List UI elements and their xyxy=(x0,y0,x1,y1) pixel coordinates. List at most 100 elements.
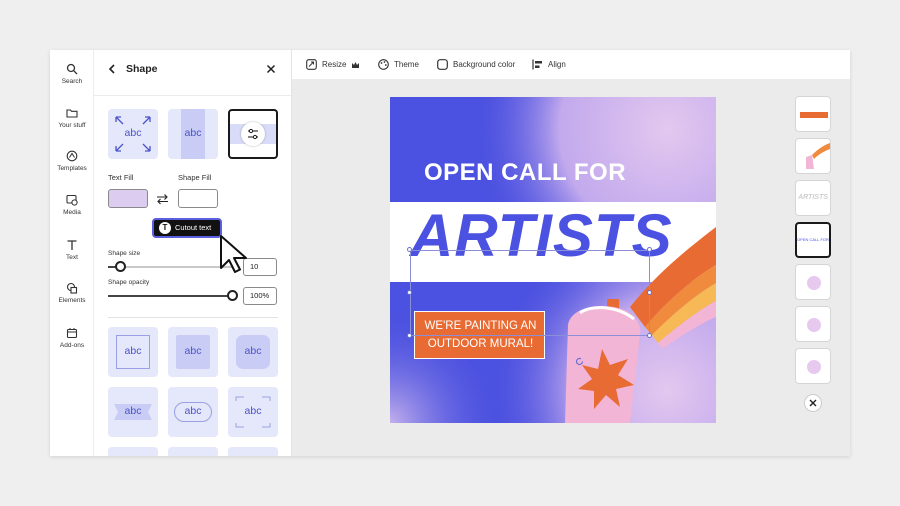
text-icon xyxy=(67,240,77,250)
page-thumbnail[interactable] xyxy=(795,348,831,384)
align-label: Align xyxy=(548,60,566,69)
selection-bounding-box[interactable] xyxy=(410,250,650,336)
shape-fill-label: Shape Fill xyxy=(178,173,212,182)
adjust-button[interactable] xyxy=(241,122,265,146)
shape-option-band[interactable]: abc xyxy=(168,109,218,159)
shape-opacity-value: 100% xyxy=(250,291,270,300)
shape-size-label: Shape size xyxy=(108,250,141,257)
elements-icon xyxy=(66,282,78,294)
resize-button[interactable]: Resize xyxy=(306,57,366,73)
shape-option-text: abc xyxy=(244,345,262,357)
shape-option-text: abc xyxy=(184,127,202,139)
align-icon xyxy=(532,59,542,70)
nav-search-label: Search xyxy=(61,78,83,85)
nav-elements[interactable]: Elements xyxy=(50,282,94,304)
shape-option-notched-square[interactable]: abc xyxy=(228,327,278,377)
media-icon xyxy=(66,194,78,206)
thumb-text: ARTISTS xyxy=(798,194,828,201)
resize-handle[interactable] xyxy=(647,247,652,252)
text-badge-icon: T xyxy=(159,222,171,234)
shape-opacity-label: Shape opacity xyxy=(108,279,150,286)
shape-opacity-fill xyxy=(108,295,232,297)
close-panel-button[interactable] xyxy=(266,62,276,77)
nav-elements-label: Elements xyxy=(58,297,86,304)
shape-option-text: abc xyxy=(184,405,202,417)
resize-handle[interactable] xyxy=(407,247,412,252)
shape-opacity-input[interactable]: 100% xyxy=(243,287,277,305)
page-thumbnail[interactable] xyxy=(795,138,831,174)
resize-handle[interactable] xyxy=(407,290,412,295)
shape-option-arrows[interactable]: abc xyxy=(108,109,158,159)
shape-option-text: abc xyxy=(124,405,142,417)
cutout-text-tooltip: T Cutout text xyxy=(152,218,222,238)
shape-opacity-track[interactable] xyxy=(108,295,232,297)
page-thumbnail-active[interactable]: OPEN CALL FOR xyxy=(795,222,831,258)
thumb-graphic xyxy=(807,276,821,290)
thumb-text: OPEN CALL FOR xyxy=(797,237,829,242)
nav-text[interactable]: Text xyxy=(50,239,94,261)
thumb-graphic xyxy=(800,112,828,118)
shape-option-more[interactable] xyxy=(228,447,278,456)
shape-size-thumb[interactable] xyxy=(114,261,126,272)
shape-option-outline-square[interactable]: abc xyxy=(108,327,158,377)
templates-icon xyxy=(66,150,78,162)
back-button[interactable] xyxy=(108,63,120,77)
shape-option-filled-square[interactable]: abc xyxy=(168,327,218,377)
nav-add-ons[interactable]: Add-ons xyxy=(50,327,94,349)
page-thumbnail[interactable]: ARTISTS xyxy=(795,180,831,216)
shape-option-adjust-selected[interactable] xyxy=(228,109,278,159)
search-icon xyxy=(66,63,78,75)
panel-title: Shape xyxy=(126,63,158,75)
rotate-handle[interactable] xyxy=(575,353,584,371)
shape-opacity-thumb[interactable] xyxy=(226,290,238,301)
nav-templates-label: Templates xyxy=(57,165,87,172)
shape-size-track[interactable] xyxy=(108,266,232,268)
resize-handle[interactable] xyxy=(407,333,412,338)
swap-colors-button[interactable] xyxy=(156,192,169,210)
page-thumbnail[interactable] xyxy=(795,264,831,300)
shape-option-more[interactable] xyxy=(108,447,158,456)
shape-option-text: abc xyxy=(124,127,142,139)
canvas-area: OPEN CALL FOR ARTISTS WE'RE PAINTING AN … xyxy=(292,80,850,456)
rotate-icon xyxy=(575,357,584,366)
top-toolbar: Resize Theme Background color Align xyxy=(292,50,850,80)
shape-option-text: abc xyxy=(184,345,202,357)
page-thumbnail[interactable] xyxy=(795,306,831,342)
resize-icon xyxy=(306,59,317,70)
shape-option-more[interactable] xyxy=(168,447,218,456)
tooltip-text: Cutout text xyxy=(175,223,212,232)
text-fill-swatch[interactable] xyxy=(108,189,148,208)
shape-option-pill[interactable]: abc xyxy=(168,387,218,437)
background-color-button[interactable]: Background color xyxy=(437,57,522,73)
nav-your-stuff-label: Your stuff xyxy=(58,122,86,129)
align-button[interactable]: Align xyxy=(532,57,572,73)
close-icon xyxy=(809,399,817,407)
resize-label: Resize xyxy=(322,60,347,69)
left-nav-rail: Search Your stuff Templates Media Text E… xyxy=(50,50,94,456)
crown-icon xyxy=(352,62,359,68)
close-pages-button[interactable] xyxy=(804,394,822,412)
nav-your-stuff[interactable]: Your stuff xyxy=(50,107,94,129)
nav-templates[interactable]: Templates xyxy=(50,150,94,172)
swap-icon xyxy=(157,194,168,205)
shape-option-brackets[interactable]: abc xyxy=(228,387,278,437)
shape-option-text: abc xyxy=(124,345,142,357)
shape-option-ribbon[interactable]: abc xyxy=(108,387,158,437)
theme-button[interactable]: Theme xyxy=(378,57,428,73)
background-color-icon xyxy=(437,59,448,70)
page-thumbnail[interactable] xyxy=(795,96,831,132)
sliders-icon xyxy=(248,128,258,140)
nav-search[interactable]: Search xyxy=(50,63,94,85)
add-ons-icon xyxy=(66,328,78,339)
nav-media[interactable]: Media xyxy=(50,194,94,216)
pointer-cursor-icon xyxy=(220,235,247,273)
shape-panel: Shape abc abc Text Fill Shape Fill Shape… xyxy=(94,50,292,456)
app-window: Search Your stuff Templates Media Text E… xyxy=(50,50,850,456)
shape-option-text: abc xyxy=(244,405,262,417)
panel-header: Shape xyxy=(94,50,291,96)
shape-fill-swatch[interactable] xyxy=(178,189,218,208)
theme-label: Theme xyxy=(394,60,419,69)
resize-handle[interactable] xyxy=(647,333,652,338)
thumb-graphic xyxy=(807,360,821,374)
resize-handle[interactable] xyxy=(647,290,652,295)
